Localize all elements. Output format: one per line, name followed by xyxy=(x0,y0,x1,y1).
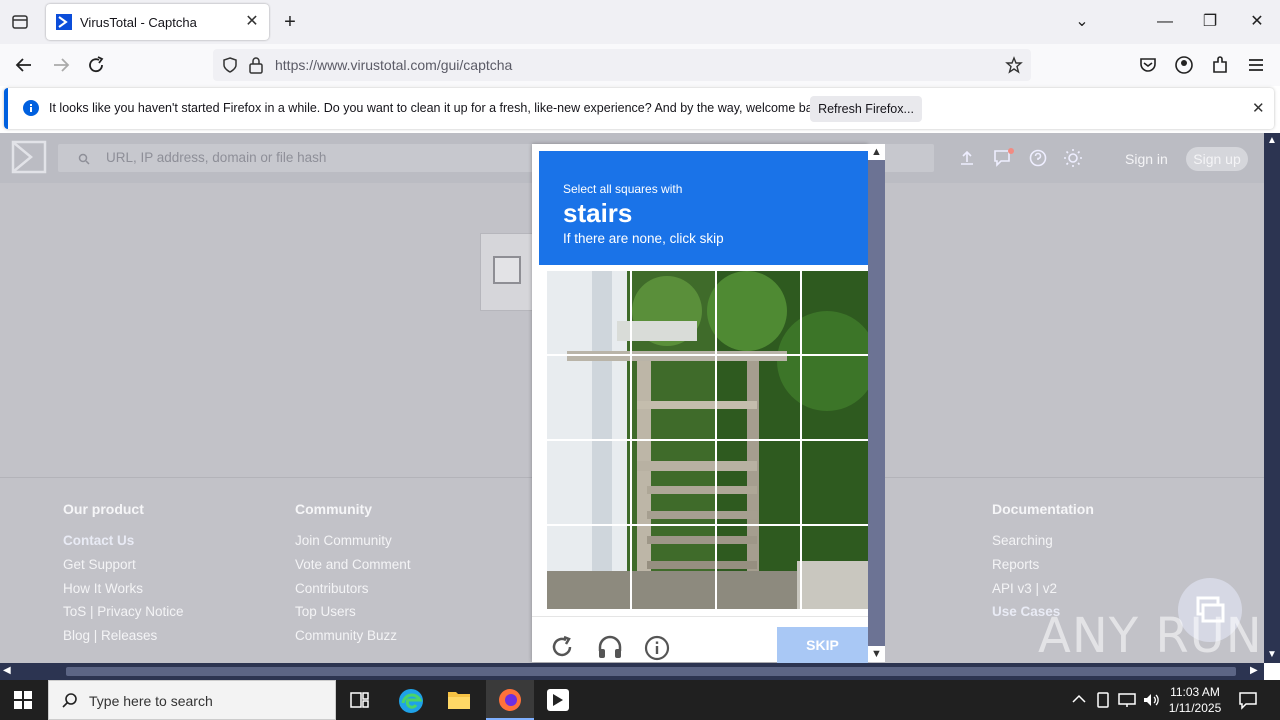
device-icon[interactable] xyxy=(1096,692,1110,708)
extensions-icon[interactable] xyxy=(1209,54,1231,76)
notifications-chat-icon[interactable] xyxy=(993,148,1015,168)
footer-link-join-community[interactable]: Join Community xyxy=(295,533,392,548)
anyrun-watermark: ANY RUN xyxy=(1038,608,1263,664)
footer-link-blog-releases[interactable]: Blog | Releases xyxy=(63,628,157,643)
challenge-info-icon[interactable] xyxy=(644,635,670,661)
close-window-icon[interactable]: ✕ xyxy=(1247,12,1267,32)
notification-close-icon[interactable]: ✕ xyxy=(1252,99,1265,117)
challenge-header: Select all squares with stairs If there … xyxy=(539,151,868,265)
horizontal-scrollbar[interactable]: ◀ ▶ xyxy=(0,663,1264,680)
footer-link-top-users[interactable]: Top Users xyxy=(295,604,356,619)
footer-link-reports[interactable]: Reports xyxy=(992,557,1039,572)
tab-overflow-chevron-icon[interactable]: ⌄ xyxy=(1072,12,1092,32)
active-tab[interactable]: VirusTotal - Captcha ✕ xyxy=(46,4,269,40)
info-icon xyxy=(23,100,39,116)
clock-time: 11:03 AM xyxy=(1170,685,1220,699)
popup-scrollbar[interactable]: ▲ ▼ xyxy=(868,144,885,662)
footer-link-contributors[interactable]: Contributors xyxy=(295,581,369,596)
minimize-icon[interactable]: — xyxy=(1155,12,1175,32)
challenge-footer: SKIP xyxy=(532,616,868,663)
virustotal-favicon-icon xyxy=(56,14,72,30)
tracking-shield-icon[interactable] xyxy=(221,56,239,74)
bookmark-star-icon[interactable] xyxy=(1005,56,1023,74)
show-hidden-icons-chevron-icon[interactable] xyxy=(1072,694,1086,704)
firefox-icon xyxy=(499,689,521,711)
account-icon[interactable] xyxy=(1173,54,1195,76)
lock-icon[interactable] xyxy=(248,56,264,74)
skip-button[interactable]: SKIP xyxy=(777,627,868,663)
firefox-notification-bar: It looks like you haven't started Firefo… xyxy=(4,88,1274,129)
theme-sun-icon[interactable] xyxy=(1063,148,1083,168)
upload-icon[interactable] xyxy=(958,149,976,167)
challenge-hint: If there are none, click skip xyxy=(563,231,724,246)
footer-link-get-support[interactable]: Get Support xyxy=(63,557,136,572)
taskbar-search-box[interactable]: Type here to search xyxy=(48,680,336,720)
forward-arrow-icon[interactable] xyxy=(50,54,72,76)
tab-close-icon[interactable]: ✕ xyxy=(243,13,261,31)
scroll-left-icon[interactable]: ◀ xyxy=(3,665,11,676)
popup-scroll-down-icon[interactable]: ▼ xyxy=(868,646,885,662)
firefox-taskbar-button[interactable] xyxy=(486,680,534,720)
tab-title: VirusTotal - Captcha xyxy=(80,14,197,30)
scroll-right-icon[interactable]: ▶ xyxy=(1250,665,1258,676)
help-icon[interactable] xyxy=(1029,149,1047,167)
footer-col-title: Our product xyxy=(63,501,144,517)
url-text: https://www.virustotal.com/gui/captcha xyxy=(275,57,513,73)
file-explorer-icon[interactable] xyxy=(447,689,471,711)
audio-challenge-headphones-icon[interactable] xyxy=(597,635,623,659)
footer-link-tos-privacy[interactable]: ToS | Privacy Notice xyxy=(63,604,184,619)
challenge-image-grid xyxy=(547,271,868,609)
anyrun-taskbar-button[interactable] xyxy=(534,680,582,720)
tab-list-icon[interactable] xyxy=(10,12,30,32)
challenge-target: stairs xyxy=(563,198,633,228)
refresh-firefox-button[interactable]: Refresh Firefox... xyxy=(810,96,922,122)
taskbar-search-placeholder: Type here to search xyxy=(89,693,213,709)
anyrun-app-icon xyxy=(547,689,569,711)
scroll-up-icon[interactable]: ▲ xyxy=(1267,135,1277,146)
virustotal-logo-icon[interactable] xyxy=(11,140,47,174)
navigation-bar: https://www.virustotal.com/gui/captcha xyxy=(0,44,1280,86)
footer-link-community-buzz[interactable]: Community Buzz xyxy=(295,628,397,643)
footer-link-searching[interactable]: Searching xyxy=(992,533,1053,548)
footer-link-contact-us[interactable]: Contact Us xyxy=(63,533,134,548)
restore-icon[interactable]: ❐ xyxy=(1200,12,1220,32)
scroll-down-icon[interactable]: ▼ xyxy=(1267,649,1277,660)
clock-date: 1/11/2025 xyxy=(1168,701,1222,715)
edge-browser-icon[interactable] xyxy=(398,688,424,714)
pocket-icon[interactable] xyxy=(1137,54,1159,76)
footer-link-how-it-works[interactable]: How It Works xyxy=(63,581,143,596)
footer-col-title: Community xyxy=(295,501,372,517)
recaptcha-checkbox-card xyxy=(480,233,540,311)
notification-center-icon[interactable] xyxy=(1238,690,1258,710)
taskbar-search-icon xyxy=(62,693,77,708)
sign-in-link[interactable]: Sign in xyxy=(1125,151,1168,167)
volume-icon[interactable] xyxy=(1142,692,1160,708)
vertical-scrollbar[interactable]: ▲ ▼ xyxy=(1264,133,1280,663)
search-placeholder: URL, IP address, domain or file hash xyxy=(106,150,327,165)
taskbar-clock[interactable]: 11:03 AM 1/11/2025 xyxy=(1160,684,1230,716)
new-tab-icon[interactable]: + xyxy=(280,12,300,32)
popup-scroll-up-icon[interactable]: ▲ xyxy=(868,144,885,160)
stairs-photo xyxy=(547,271,868,609)
footer-link-api[interactable]: API v3 | v2 xyxy=(992,581,1057,596)
footer-col-title: Documentation xyxy=(992,501,1094,517)
back-arrow-icon[interactable] xyxy=(13,54,35,76)
tab-strip: VirusTotal - Captcha ✕ + ⌄ — ❐ ✕ xyxy=(0,0,1280,44)
reload-challenge-icon[interactable] xyxy=(550,635,574,659)
recaptcha-checkbox[interactable] xyxy=(493,256,521,284)
challenge-instruction: Select all squares with xyxy=(563,182,683,196)
network-icon[interactable] xyxy=(1118,692,1136,708)
url-bar[interactable]: https://www.virustotal.com/gui/captcha xyxy=(213,49,1031,81)
windows-taskbar: Type here to search 11:03 AM 1/11/2025 xyxy=(0,680,1280,720)
task-view-icon[interactable] xyxy=(350,691,370,709)
reload-icon[interactable] xyxy=(85,54,107,76)
notification-message: It looks like you haven't started Firefo… xyxy=(49,101,829,115)
footer-link-vote-comment[interactable]: Vote and Comment xyxy=(295,557,411,572)
menu-hamburger-icon[interactable] xyxy=(1245,54,1267,76)
windows-start-icon[interactable] xyxy=(14,691,32,709)
horizontal-scroll-thumb[interactable] xyxy=(66,667,1236,676)
sign-up-button[interactable]: Sign up xyxy=(1186,147,1248,171)
recaptcha-challenge-popup: Select all squares with stairs If there … xyxy=(532,144,868,663)
search-icon xyxy=(78,153,90,165)
